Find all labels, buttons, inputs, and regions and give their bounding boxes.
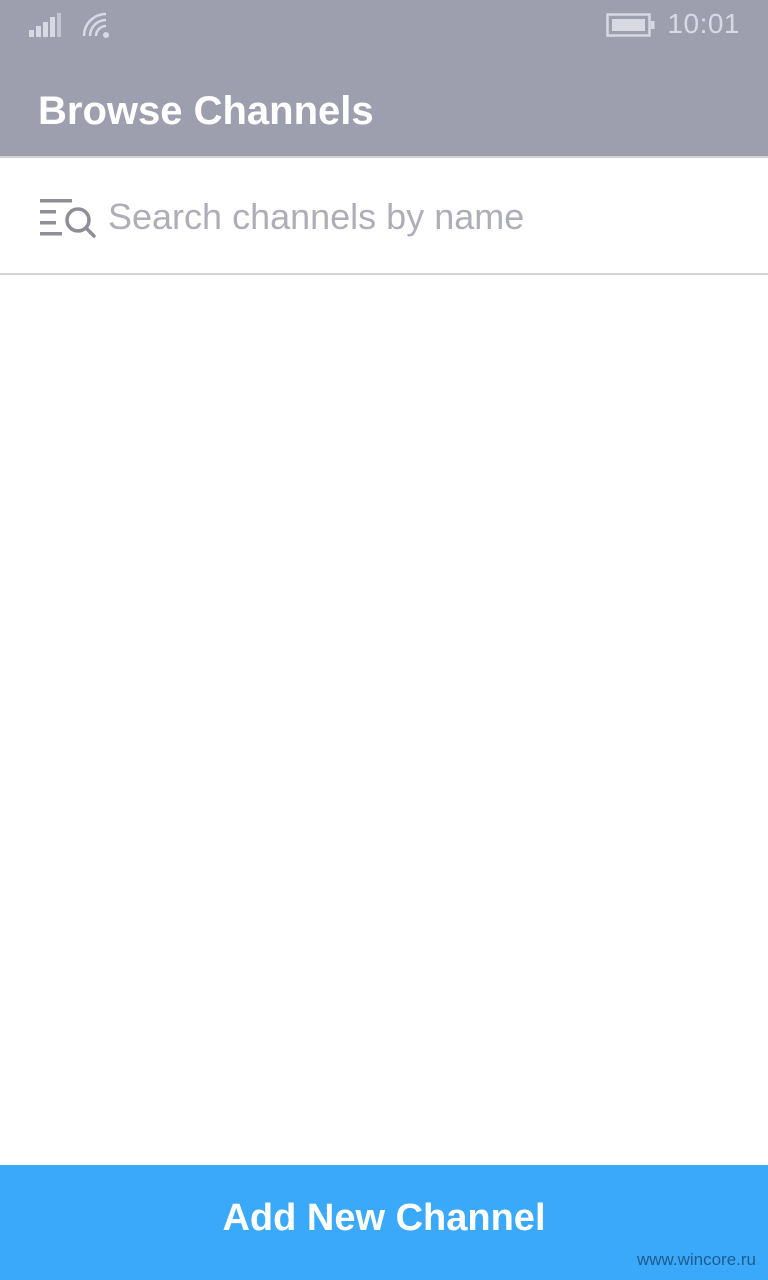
browse-channels-screen: 10:01 Browse Channels Add New Channel ww… [0,0,768,1280]
status-time: 10:01 [667,8,740,39]
search-bar[interactable] [0,158,768,273]
search-input[interactable] [108,190,728,244]
search-list-icon [40,199,96,238]
signal-strength-icon [29,13,61,37]
wifi-icon [82,12,109,38]
header: 10:01 Browse Channels [0,0,768,156]
channel-list [0,275,768,1165]
battery-icon [606,13,655,37]
watermark: www.wincore.ru [636,1250,756,1269]
status-bar: 10:01 [0,0,768,50]
page-title: Browse Channels [38,89,374,133]
add-new-channel-label: Add New Channel [222,1197,546,1239]
